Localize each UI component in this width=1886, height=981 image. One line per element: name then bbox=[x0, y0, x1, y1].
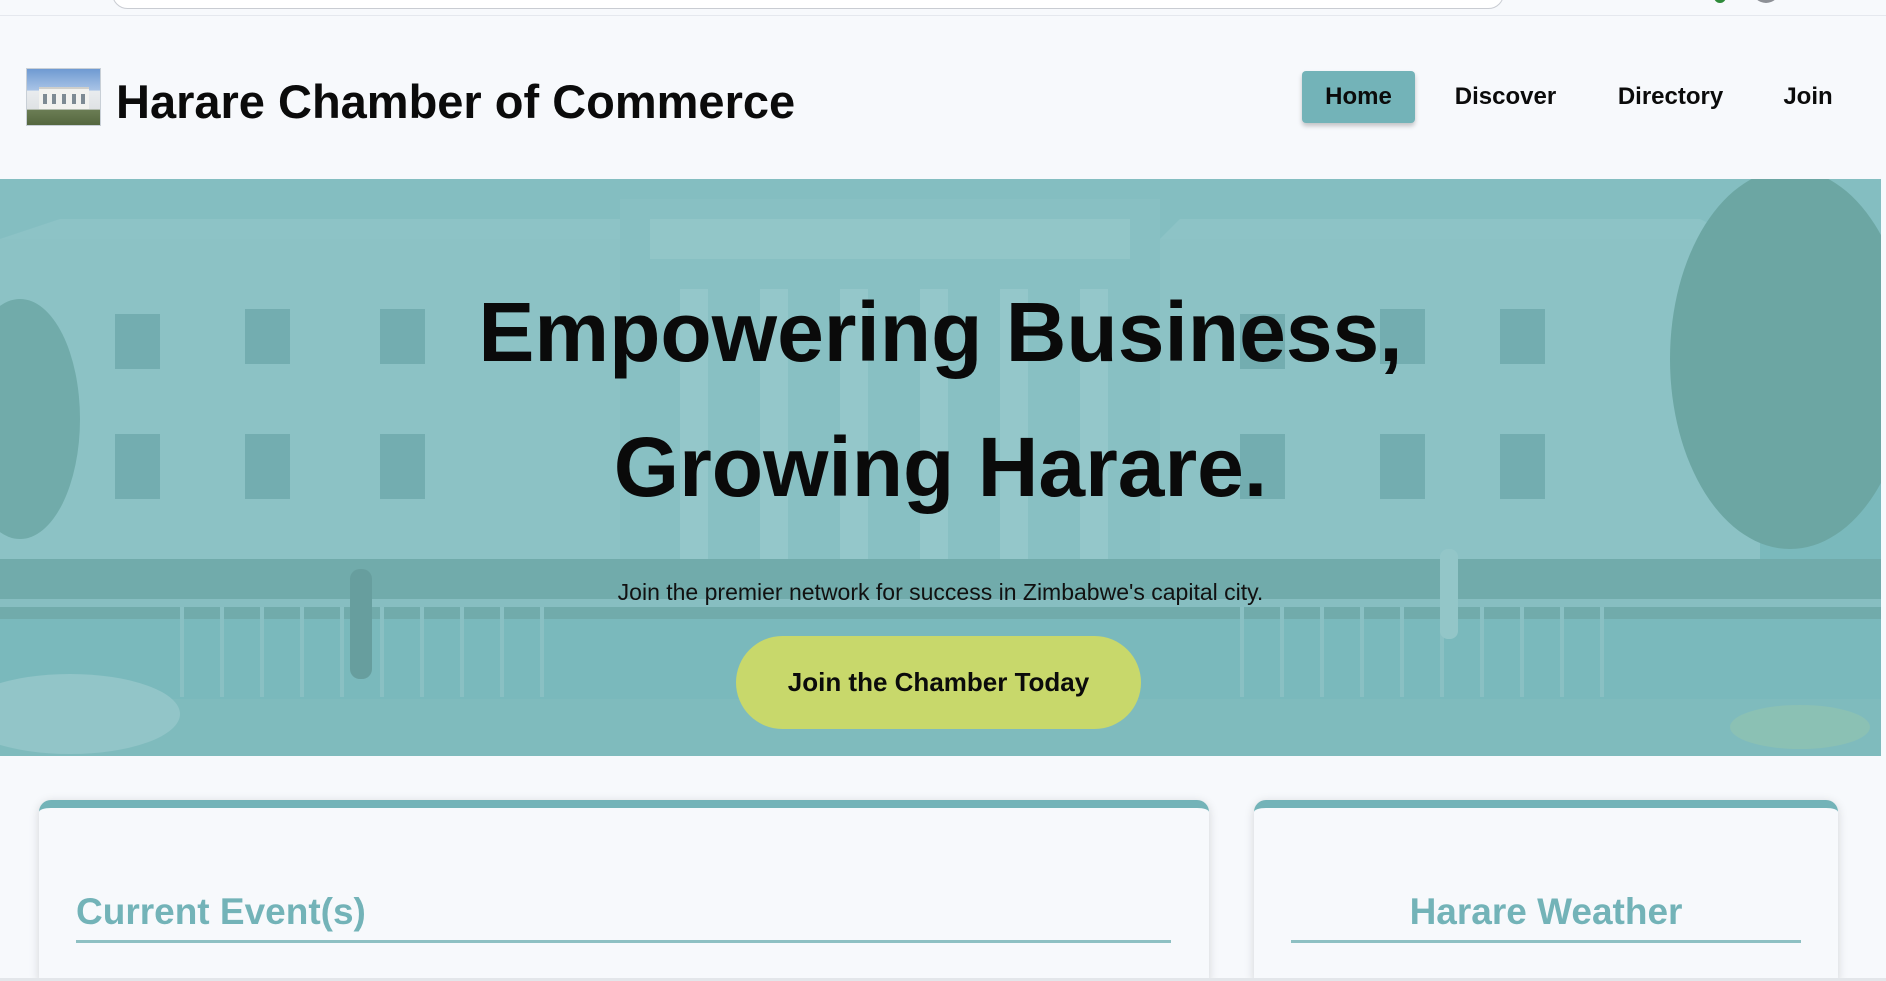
logo-building-icon bbox=[39, 87, 89, 109]
events-card: Current Event(s) bbox=[39, 800, 1209, 981]
join-chamber-button[interactable]: Join the Chamber Today bbox=[736, 636, 1141, 729]
events-card-divider bbox=[76, 940, 1171, 943]
logo-image[interactable] bbox=[26, 68, 101, 126]
hero-headline-line2: Growing Harare. bbox=[613, 420, 1268, 514]
address-bar[interactable] bbox=[112, 0, 1504, 9]
extension-icon[interactable] bbox=[1714, 0, 1726, 3]
page: Harare Chamber of Commerce Home Discover… bbox=[0, 0, 1886, 981]
nav-directory[interactable]: Directory bbox=[1600, 71, 1741, 123]
nav-join[interactable]: Join bbox=[1771, 71, 1845, 123]
site-title: Harare Chamber of Commerce bbox=[116, 75, 796, 128]
browser-toolbar-strip bbox=[0, 0, 1886, 16]
profile-avatar-icon[interactable] bbox=[1752, 0, 1780, 3]
site-header: Harare Chamber of Commerce Home Discover… bbox=[0, 16, 1886, 179]
nav-home[interactable]: Home bbox=[1302, 71, 1415, 123]
weather-card-title: Harare Weather bbox=[1409, 891, 1683, 932]
nav-discover[interactable]: Discover bbox=[1438, 71, 1573, 123]
hero-banner: Empowering Business, Growing Harare. Joi… bbox=[0, 179, 1881, 756]
events-card-title: Current Event(s) bbox=[76, 891, 366, 932]
hero-subtitle: Join the premier network for success in … bbox=[617, 579, 1264, 605]
hero-content: Empowering Business, Growing Harare. Joi… bbox=[0, 179, 1881, 756]
hero-headline-line1: Empowering Business, bbox=[478, 285, 1403, 379]
weather-card: Harare Weather bbox=[1254, 800, 1838, 981]
weather-card-divider bbox=[1291, 940, 1801, 943]
